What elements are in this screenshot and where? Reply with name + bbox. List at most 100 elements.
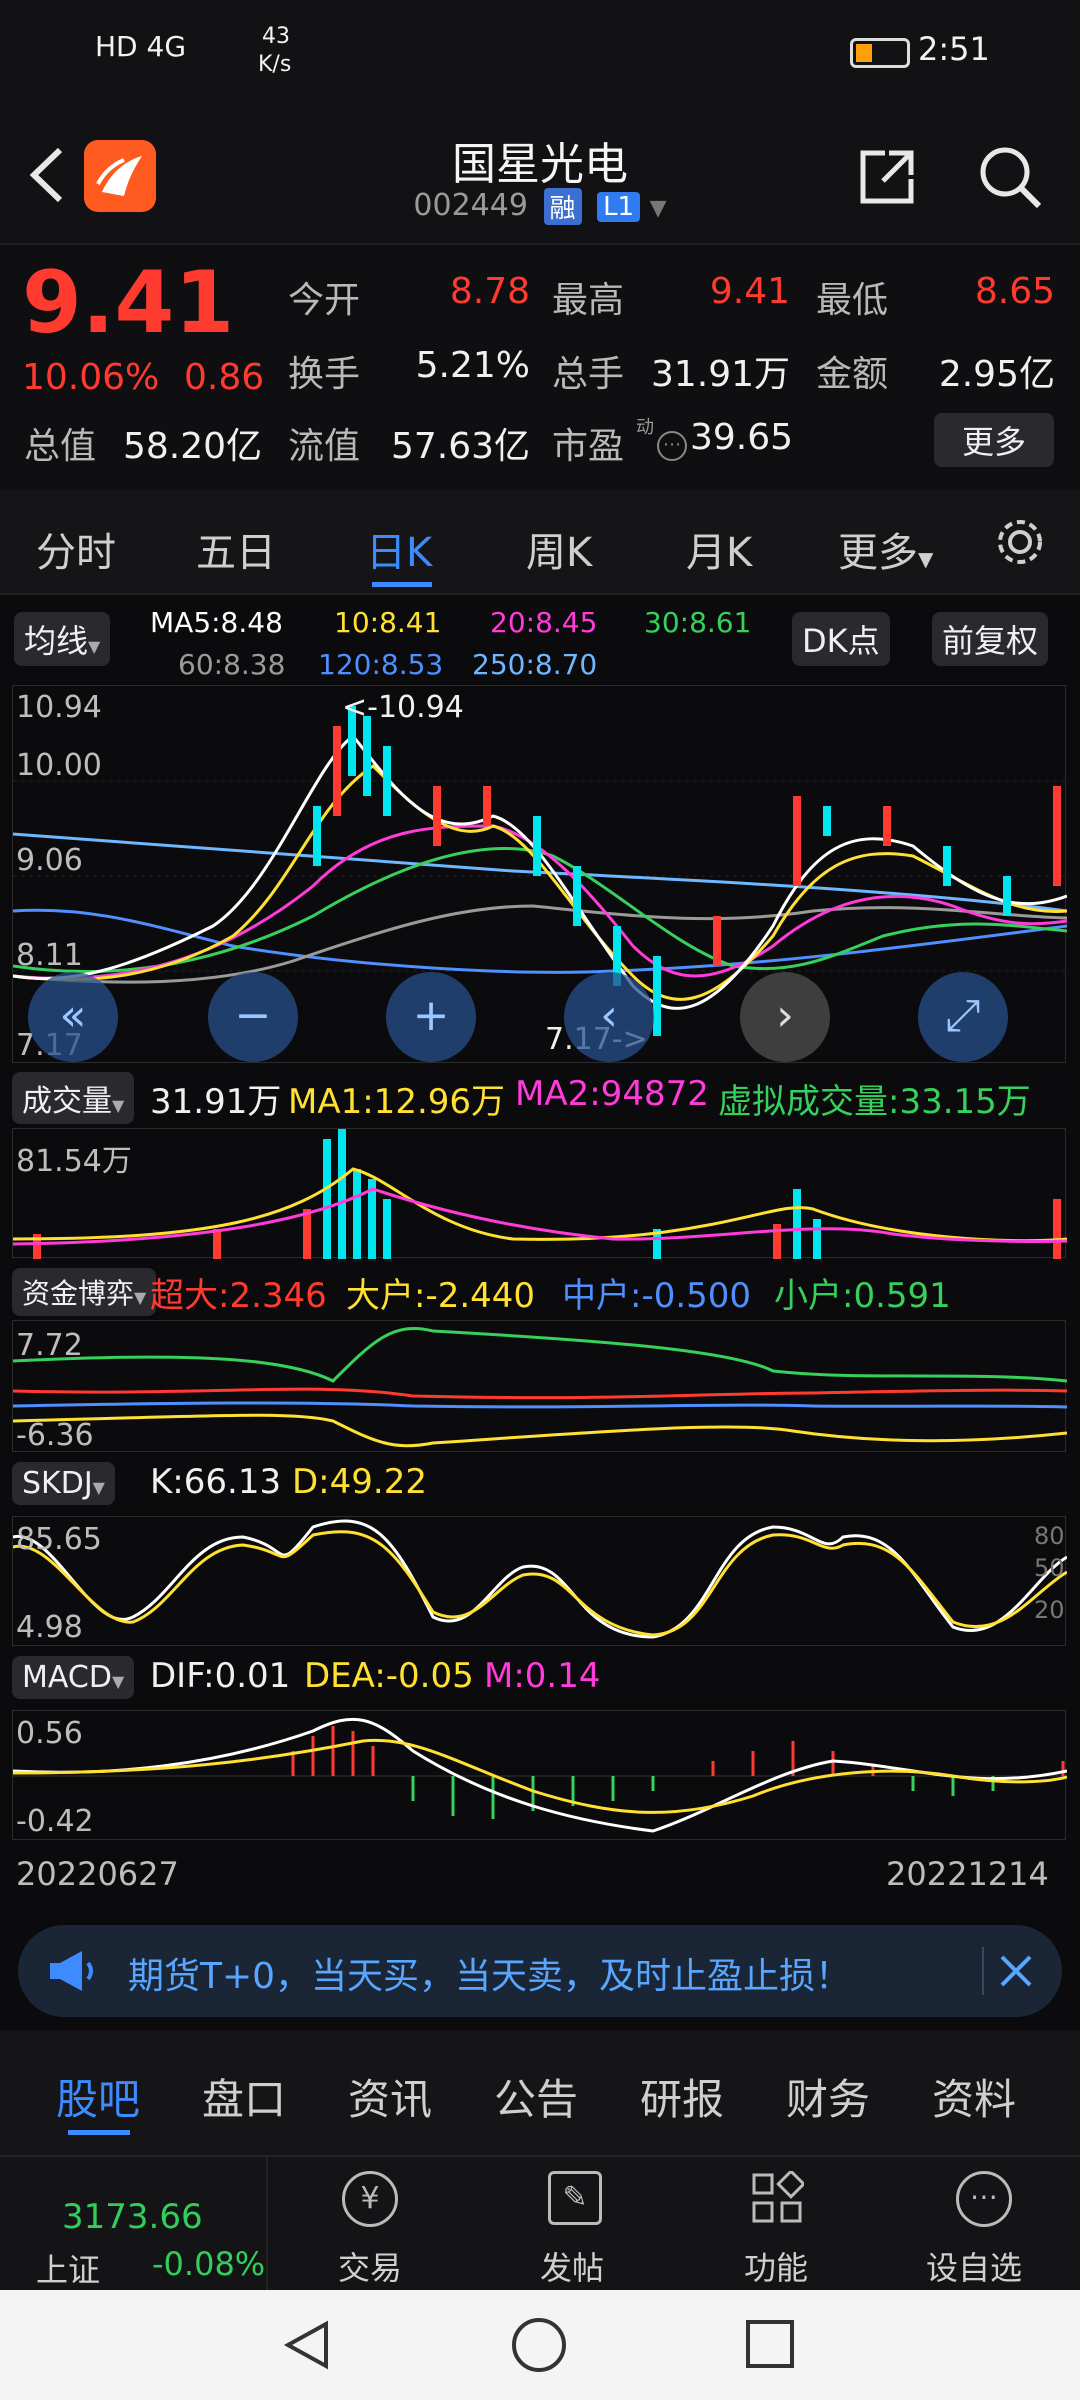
caret-down-icon: ▼	[111, 1672, 125, 1691]
macd-dif: DIF:0.01	[150, 1656, 291, 1696]
kline-svg	[12, 706, 1068, 1036]
skdj-chart[interactable]	[12, 1516, 1068, 1646]
ma250-value: 250:8.70	[472, 648, 598, 681]
scroll-right-icon[interactable]: ›	[740, 972, 830, 1062]
caret-down-icon: ▼	[918, 547, 934, 571]
macd-m: M:0.14	[484, 1656, 601, 1696]
volume-value: 31.91万	[650, 354, 790, 395]
trade-label: 交易	[338, 2249, 403, 2287]
section-tab-news[interactable]: 资讯	[348, 2066, 432, 2127]
level-badge[interactable]: L1	[597, 191, 641, 222]
caret-down-icon: ▼	[92, 1478, 105, 1497]
more-button[interactable]: 更多	[934, 413, 1054, 467]
caret-down-icon: ▼	[112, 1096, 125, 1115]
volume-y-top: 81.54万	[16, 1144, 132, 1179]
mktcap-value: 58.20亿	[122, 426, 262, 467]
volume-ma1: MA1:12.96万	[288, 1082, 506, 1122]
trade-button[interactable]: ¥ 交易	[300, 2157, 440, 2292]
scroll-left-fast-icon[interactable]: «	[28, 972, 118, 1062]
zoom-out-icon[interactable]: −	[208, 972, 298, 1062]
pe-value: 39.65	[690, 417, 794, 458]
tab-intraday[interactable]: 分时	[36, 520, 116, 578]
tab-daily-k[interactable]: 日K	[366, 520, 432, 578]
skdj-ref-20: 20	[1034, 1596, 1065, 1624]
info-icon[interactable]: ⋯	[657, 431, 687, 461]
virtual-volume: 虚拟成交量:33.15万	[718, 1082, 1031, 1122]
capital-y-top: 7.72	[16, 1328, 83, 1363]
nav-back-icon[interactable]	[280, 2318, 334, 2372]
ma-selector-button[interactable]: 均线▼	[14, 612, 111, 666]
section-tab-announcements[interactable]: 公告	[494, 2066, 578, 2127]
section-tab-finance[interactable]: 财务	[786, 2066, 870, 2127]
ma5-value: MA5:8.48	[150, 606, 283, 639]
zoom-in-icon[interactable]: +	[386, 972, 476, 1062]
skdj-y-top: 85.65	[16, 1522, 102, 1557]
capital-y-bottom: -6.36	[16, 1418, 94, 1453]
add-watchlist-button[interactable]: ⋯ 设自选	[908, 2157, 1058, 2292]
capital-indicator-button[interactable]: 资金博弈▼	[12, 1268, 157, 1316]
status-bar: HD 4G 43 K/s 2:51	[0, 0, 1080, 110]
scroll-left-icon[interactable]: ‹	[564, 972, 654, 1062]
chart-period-tabs: 分时 五日 日K 周K 月K 更多▼	[0, 490, 1080, 595]
volume-chart[interactable]	[12, 1128, 1068, 1259]
forward-adjust-button[interactable]: 前复权	[932, 612, 1049, 666]
tab-monthly-k[interactable]: 月K	[686, 520, 752, 578]
skdj-indicator-button[interactable]: SKDJ▼	[12, 1462, 115, 1505]
post-button[interactable]: ✎ 发帖	[504, 2157, 644, 2292]
tab-more[interactable]: 更多▼	[838, 520, 933, 578]
capital-chart[interactable]	[12, 1320, 1068, 1452]
caret-down-icon: ▼	[134, 1288, 147, 1307]
ma60-value: 60:8.38	[178, 648, 286, 681]
active-tab-indicator	[372, 582, 432, 587]
macd-indicator-label: MACD	[22, 1660, 112, 1695]
net-speed-bottom: K/s	[258, 52, 292, 77]
settings-gear-icon[interactable]	[992, 514, 1048, 570]
volume-label: 总手	[552, 354, 625, 395]
section-tab-profile[interactable]: 资料	[932, 2066, 1016, 2127]
high-label: 最高	[552, 280, 625, 321]
section-tab-research[interactable]: 研报	[640, 2066, 724, 2127]
volume-indicator-button[interactable]: 成交量▼	[12, 1072, 135, 1124]
close-icon[interactable]	[982, 1947, 1032, 1995]
chevron-down-icon[interactable]: ▼	[650, 196, 667, 221]
macd-indicator-button[interactable]: MACD▼	[12, 1656, 135, 1699]
macd-y-bottom: -0.42	[16, 1804, 94, 1839]
tab-five-day[interactable]: 五日	[196, 520, 276, 578]
share-icon[interactable]	[855, 145, 919, 209]
current-price: 9.41	[22, 253, 235, 353]
grid-icon	[750, 2169, 806, 2225]
fullscreen-icon[interactable]: ⤢	[918, 972, 1008, 1062]
index-value: 3173.66	[62, 2197, 203, 2237]
dk-points-button[interactable]: DK点	[792, 612, 890, 666]
high-value: 9.41	[709, 271, 790, 312]
nav-home-icon[interactable]	[512, 2318, 566, 2372]
tab-weekly-k[interactable]: 周K	[526, 520, 592, 578]
amount-value: 2.95亿	[938, 354, 1055, 395]
section-tab-orderbook[interactable]: 盘口	[202, 2066, 286, 2127]
open-value: 8.78	[449, 271, 530, 312]
capital-svg	[12, 1326, 1068, 1448]
promo-banner[interactable]: 期货T+0，当天买，当天卖，及时止盈止损！	[18, 1925, 1062, 2017]
index-name: 上证	[36, 2251, 101, 2289]
nav-recent-icon[interactable]	[746, 2320, 794, 2368]
index-change: -0.08%	[152, 2245, 266, 2283]
skdj-svg	[12, 1519, 1068, 1639]
function-button[interactable]: 功能	[706, 2157, 846, 2292]
function-label: 功能	[744, 2249, 809, 2287]
index-widget[interactable]: 3173.66 上证 -0.08%	[0, 2157, 268, 2292]
search-icon[interactable]	[975, 142, 1045, 212]
mktcap-label: 总值	[24, 426, 97, 467]
volume-svg	[12, 1129, 1068, 1259]
kline-y-mid2: 9.06	[16, 843, 83, 878]
volume-value: 31.91万	[150, 1082, 282, 1122]
turnover-label: 换手	[288, 354, 361, 395]
section-tab-forum[interactable]: 股吧	[56, 2066, 140, 2127]
macd-chart[interactable]	[12, 1710, 1068, 1840]
kline-y-top: 10.94	[16, 690, 102, 725]
capital-medium: 中户:-0.500	[562, 1276, 752, 1316]
section-active-indicator	[68, 2130, 130, 2135]
kline-y-mid1: 10.00	[16, 748, 102, 783]
kline-chart[interactable]	[12, 685, 1068, 1063]
macd-dea: DEA:-0.05	[304, 1656, 474, 1696]
date-start: 20220627	[16, 1855, 179, 1893]
